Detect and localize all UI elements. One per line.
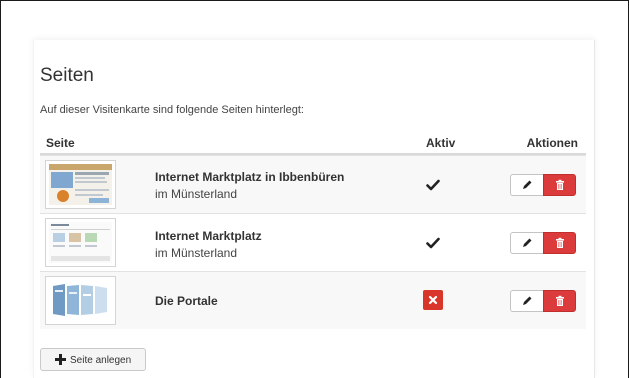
- thumbnail-image: [49, 280, 112, 321]
- page-thumbnail[interactable]: [45, 160, 116, 209]
- page-subtitle: im Münsterland: [155, 187, 238, 201]
- pencil-icon: [523, 180, 532, 189]
- pencil-icon: [523, 296, 532, 305]
- inactive-badge[interactable]: [423, 290, 443, 310]
- trash-icon: [556, 179, 564, 190]
- column-header-seite: Seite: [46, 136, 75, 150]
- pencil-icon: [523, 238, 532, 247]
- page-thumbnail[interactable]: [45, 276, 116, 325]
- column-header-aktiv: Aktiv: [426, 136, 456, 150]
- thumbnail-image: [49, 164, 112, 205]
- intro-text: Auf dieser Visitenkarte sind folgende Se…: [40, 104, 304, 116]
- page-subtitle: im Münsterland: [155, 246, 238, 260]
- edit-button[interactable]: [510, 174, 543, 196]
- add-page-button[interactable]: Seite anlegen: [40, 348, 146, 371]
- delete-button[interactable]: [543, 174, 576, 196]
- trash-icon: [556, 237, 564, 248]
- thumbnail-image: [49, 222, 112, 263]
- row-actions: [510, 232, 576, 254]
- page-name: Die Portale: [155, 294, 218, 308]
- page-name: Internet Marktplatz: [155, 229, 262, 243]
- row-actions: [510, 174, 576, 196]
- page-name: Internet Marktplatz in Ibbenbüren: [155, 170, 345, 184]
- edit-button[interactable]: [510, 290, 543, 312]
- checkmark-icon: [426, 237, 440, 249]
- table-row: Die Portale: [40, 271, 586, 329]
- trash-icon: [556, 295, 564, 306]
- column-header-aktionen: Aktionen: [526, 136, 578, 150]
- checkmark-icon: [426, 179, 440, 191]
- table-header: Seite Aktiv Aktionen: [40, 128, 586, 155]
- table-row: Internet Marktplatz im Münsterland: [40, 213, 586, 271]
- edit-button[interactable]: [510, 232, 543, 254]
- delete-button[interactable]: [543, 232, 576, 254]
- table-row: Internet Marktplatz in Ibbenbüren im Mün…: [40, 155, 586, 213]
- row-actions: [510, 290, 576, 312]
- page-thumbnail[interactable]: [45, 218, 116, 267]
- page-title: Seiten: [40, 65, 94, 86]
- x-icon: [428, 295, 438, 305]
- delete-button[interactable]: [543, 290, 576, 312]
- add-page-label: Seite anlegen: [70, 355, 132, 366]
- plus-icon: [55, 354, 66, 365]
- pages-table: Seite Aktiv Aktionen Internet Marktplatz…: [40, 128, 586, 329]
